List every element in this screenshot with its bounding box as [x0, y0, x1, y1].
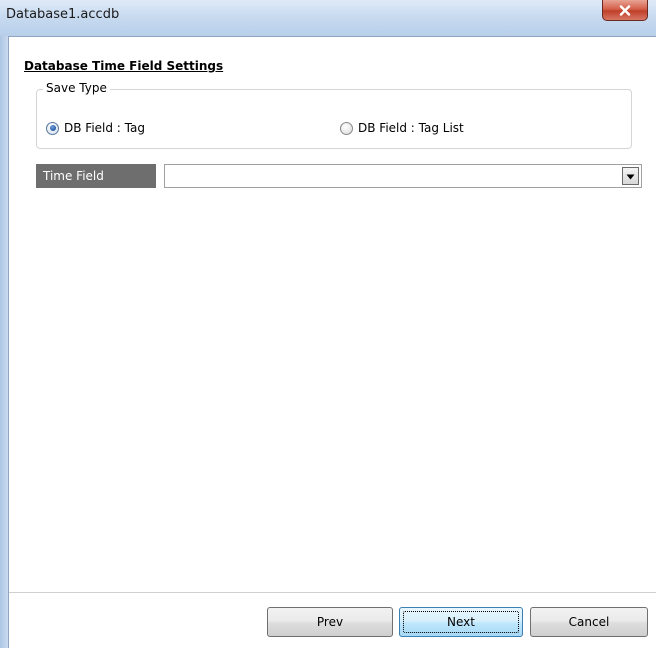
time-field-select[interactable]: [164, 164, 642, 188]
close-icon: [619, 4, 631, 16]
footer-divider: [9, 592, 656, 593]
section-title: Database Time Field Settings: [24, 59, 224, 73]
save-type-legend: Save Type: [43, 81, 110, 95]
prev-button[interactable]: Prev: [267, 607, 393, 637]
time-field-dropdown-button[interactable]: [622, 167, 639, 185]
prev-button-label: Prev: [316, 615, 344, 629]
title-bar[interactable]: Database1.accdb: [0, 0, 656, 36]
close-button[interactable]: [602, 0, 648, 21]
radio-selected-icon: [46, 121, 59, 135]
focus-ring: [403, 611, 519, 633]
chevron-down-icon: [626, 169, 635, 183]
window-title: Database1.accdb: [6, 7, 120, 22]
radio-db-field-tag[interactable]: DB Field : Tag: [46, 120, 145, 136]
next-button[interactable]: Next: [399, 607, 523, 637]
radio-db-field-tag-label: DB Field : Tag: [64, 121, 145, 135]
time-field-label: Time Field: [36, 164, 156, 188]
dialog-content: Database Time Field Settings Save Type D…: [8, 36, 656, 648]
cancel-button-label: Cancel: [568, 615, 610, 629]
dialog-window: Database1.accdb Database Time Field Sett…: [0, 0, 656, 648]
radio-unselected-icon: [340, 121, 353, 135]
time-field-label-text: Time Field: [43, 169, 104, 183]
radio-db-field-tag-list[interactable]: DB Field : Tag List: [340, 120, 464, 136]
cancel-button[interactable]: Cancel: [530, 607, 648, 637]
save-type-group: Save Type DB Field : Tag DB Field : Tag …: [36, 81, 632, 149]
radio-db-field-tag-list-label: DB Field : Tag List: [358, 121, 464, 135]
window-frame-left: [0, 36, 8, 648]
